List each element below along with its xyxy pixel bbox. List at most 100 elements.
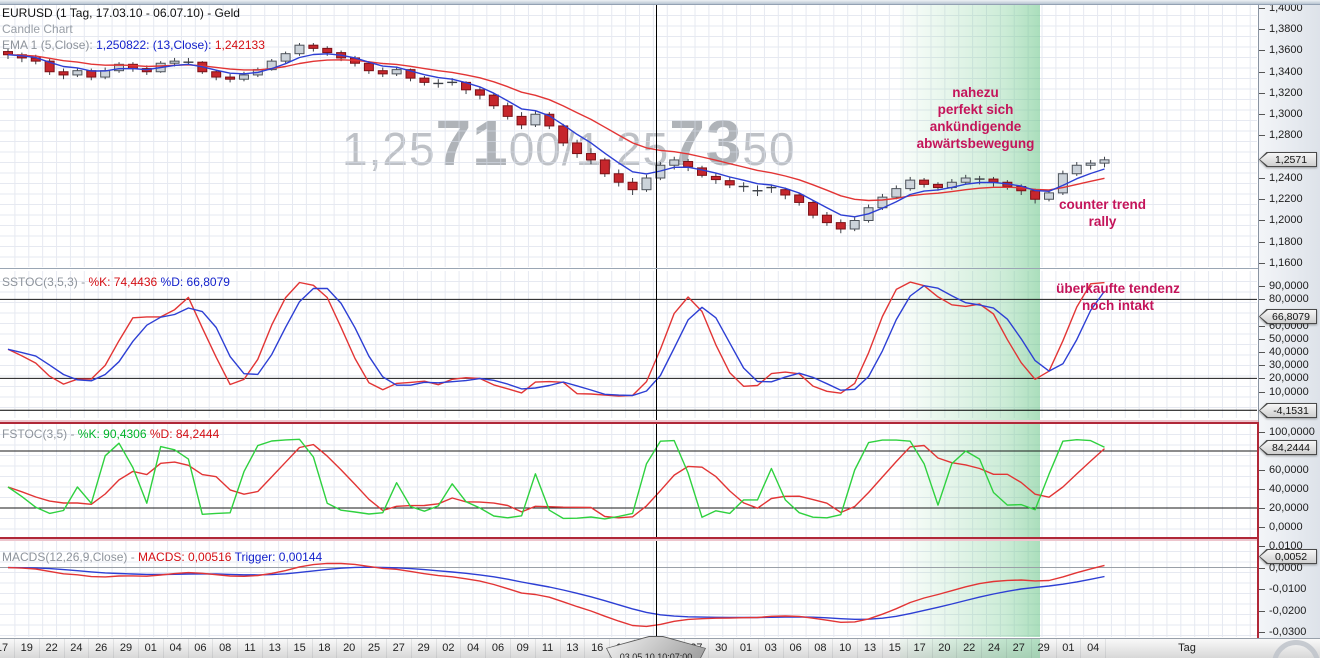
candle-down (808, 201, 819, 216)
axis-label: 1,1800 (1269, 236, 1303, 248)
ema-value-2: 1,242133 (214, 38, 265, 52)
axis-label: -0,0200 (1269, 605, 1307, 617)
crosshair-value-marker: -4,1531 (1259, 403, 1317, 418)
axis-tick (1259, 326, 1265, 327)
ema-name: EMA 1 (2, 38, 38, 52)
time-cell-divider (1105, 639, 1107, 658)
candle-down (308, 44, 319, 49)
axis-tick (1259, 378, 1265, 379)
axis-tick (1259, 489, 1265, 490)
time-label: 30 (715, 642, 728, 654)
candle-down (488, 94, 499, 107)
candle-down (558, 125, 569, 144)
candle-down (835, 222, 846, 230)
time-label: 08 (814, 642, 827, 654)
candle-down (821, 214, 832, 224)
candle-up (1085, 162, 1096, 166)
macd-panel-header: MACDS(12,26,9,Close) - MACDS: 0,00516 Tr… (2, 550, 322, 564)
marker-value: 84,2444 (1260, 441, 1316, 454)
ema-param-1: (5,Close): (40, 38, 93, 52)
time-label: 17 (0, 642, 9, 654)
time-label: 09 (516, 642, 529, 654)
fstoc-panel-border-top[interactable] (0, 422, 1258, 424)
marker-value: 1,2571 (1260, 153, 1316, 166)
fstoc-d-marker: 84,2444 (1259, 440, 1317, 455)
axis-tick (1259, 299, 1265, 300)
axis-label: 1,3800 (1269, 23, 1303, 35)
axis-tick (1259, 135, 1265, 136)
axis-tick (1259, 611, 1265, 612)
axis-label: 1,3400 (1269, 66, 1303, 78)
candle-up (905, 179, 916, 190)
time-label: 13 (863, 642, 877, 654)
axis-tick (1259, 432, 1265, 433)
time-label: 22 (963, 642, 976, 654)
candle-down (377, 70, 388, 75)
fstoc-panel-header: FSTOC(3,5) - %K: 90,4306 %D: 84,2444 (2, 427, 219, 441)
panel-separator[interactable] (0, 268, 1258, 269)
chart-title: EURUSD (1 Tag, 17.03.10 - 06.07.10) - Ge… (2, 6, 240, 20)
axis-tick (1259, 242, 1265, 243)
candle-up (530, 113, 541, 126)
sstoc-name: SSTOC(3,5,3) - (2, 275, 89, 289)
annotation-overbought: überkaufte tendenz noch intakt (1056, 281, 1180, 313)
time-label: 13 (268, 642, 281, 654)
marker-value: -4,1531 (1260, 404, 1316, 417)
macd-value-marker: 0,0052 (1259, 549, 1317, 564)
candle-down (794, 194, 805, 203)
candle-down (724, 180, 735, 186)
axis-tick (1259, 263, 1265, 264)
axis-label: 20,0000 (1269, 502, 1309, 514)
axis-label: 30,0000 (1269, 359, 1309, 371)
candle-down (710, 175, 721, 181)
sstoc-d-value: %D: 66,8079 (160, 275, 230, 289)
axis-tick (1259, 93, 1265, 94)
time-label: 10 (839, 642, 852, 654)
axis-tick (1259, 29, 1265, 30)
axis-tick (1259, 286, 1265, 287)
candle-up (669, 159, 680, 166)
candle-down (211, 71, 222, 78)
ema-value-1: 1,250822: (96, 38, 150, 52)
axis-label: 1,3000 (1269, 108, 1303, 120)
candle-down (572, 142, 583, 155)
time-label: 24 (987, 642, 1001, 654)
axis-tick (1259, 546, 1265, 547)
candle-up (280, 53, 291, 62)
candle-up (294, 44, 305, 55)
ema-indicator-header: EMA 1 (5,Close): 1,250822: (13,Close): 1… (2, 38, 265, 52)
axis-label: 50,0000 (1269, 333, 1309, 345)
time-label: 22 (45, 642, 58, 654)
time-label: 06 (194, 642, 207, 654)
axis-tick (1259, 8, 1265, 9)
candle-down (683, 161, 694, 168)
time-label: 04 (1087, 642, 1100, 654)
candle-down (919, 179, 930, 185)
axis-label: 20,0000 (1269, 372, 1309, 384)
candle-down (474, 89, 485, 96)
candle-up (849, 220, 860, 230)
crosshair-date-tooltip: 03.05.10 10:07:00 (606, 636, 706, 658)
fstoc-k-value: %K: 90,4306 (77, 427, 147, 441)
candle-down (627, 181, 638, 191)
time-label: 02 (442, 642, 455, 654)
candle-up (238, 74, 249, 80)
time-label: 15 (293, 642, 306, 654)
sstoc-d-marker: 66,8079 (1259, 309, 1317, 324)
macd-value: MACDS: 0,00516 (138, 550, 232, 564)
trading-chart-window: 1,257100/1,257350 EURUSD (1 Tag, 17.03.1… (0, 0, 1320, 658)
time-label: 16 (591, 642, 604, 654)
axis-label: 1,1600 (1269, 257, 1303, 269)
time-label: 06 (789, 642, 802, 654)
macd-trigger-value: Trigger: 0,00144 (234, 550, 323, 564)
time-label: 13 (566, 642, 579, 654)
fstoc-name: FSTOC(3,5) - (2, 427, 78, 441)
time-label: 18 (318, 642, 331, 654)
axis-label: 40,0000 (1269, 483, 1309, 495)
candle-down (780, 189, 791, 196)
candle-up (1071, 164, 1082, 175)
time-label: 11 (541, 642, 554, 654)
candle-down (516, 115, 527, 126)
axis-tick (1259, 589, 1265, 590)
time-label: 08 (219, 642, 232, 654)
